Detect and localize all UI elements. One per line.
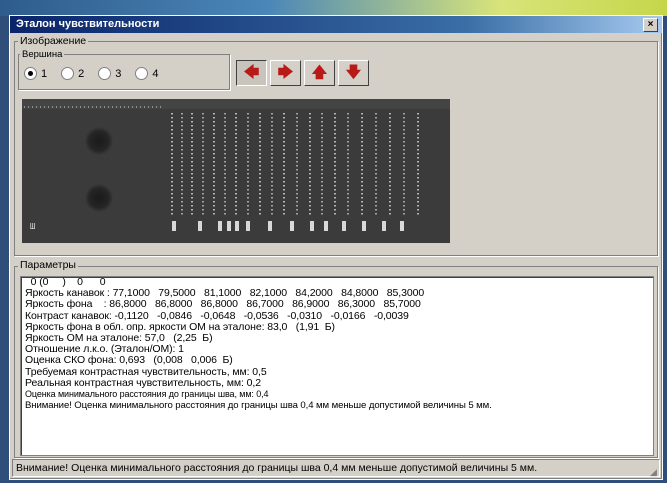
arrow-right-icon: 🡆 xyxy=(277,64,294,81)
vertex-radio-2[interactable]: 2 xyxy=(61,67,84,80)
params-group-label: Параметры xyxy=(18,259,78,271)
window-title: Эталон чувствительности xyxy=(16,18,160,30)
vertex-group-label: Вершина xyxy=(20,49,65,60)
desktop-top-band xyxy=(0,0,667,16)
sensitivity-window: Эталон чувствительности × Изображение Ве… xyxy=(9,15,663,480)
vertex-radio-group: 1 2 3 4 xyxy=(24,67,159,80)
groove-marker xyxy=(400,221,404,231)
radiograph-image: Ш xyxy=(22,99,450,243)
groove-marker xyxy=(246,221,250,231)
groove-marker xyxy=(268,221,272,231)
groove-marker xyxy=(382,221,386,231)
status-bar: Внимание! Оценка минимального расстояния… xyxy=(12,459,660,477)
window-titlebar[interactable]: Эталон чувствительности × xyxy=(10,16,662,33)
param-line: Яркость фона : 86,8000 86,8000 86,8000 8… xyxy=(25,298,421,311)
vertex-radio-3[interactable]: 3 xyxy=(98,67,121,80)
reference-image-view[interactable]: Ш xyxy=(22,99,450,243)
radio-dot[interactable] xyxy=(98,67,112,80)
params-textarea[interactable]: 0 (0 ) 0 0 Яркость канавок : 77,1000 79,… xyxy=(20,276,654,456)
param-line: Оценка СКО фона: 0,693 (0,008 0,006 Б) xyxy=(25,354,233,367)
vertex-radio-4[interactable]: 4 xyxy=(135,67,159,80)
arrow-down-icon: 🡇 xyxy=(345,64,362,81)
arrow-up-icon: 🡅 xyxy=(311,64,328,81)
param-line: Внимание! Оценка минимального расстояния… xyxy=(25,400,492,412)
groove-marker xyxy=(324,221,328,231)
radio-dot[interactable] xyxy=(24,67,37,80)
arrow-left-icon: 🡄 xyxy=(243,64,260,81)
move-up-button[interactable]: 🡅 xyxy=(304,60,335,86)
reference-hole-bottom xyxy=(85,184,113,212)
svg-text:Ш: Ш xyxy=(30,222,35,232)
move-down-button[interactable]: 🡇 xyxy=(338,60,369,86)
groove-marker xyxy=(172,221,176,231)
groove-marker xyxy=(227,221,231,231)
param-line: Реальная контрастная чувствительность, м… xyxy=(25,376,261,389)
image-group-label: Изображение xyxy=(18,35,89,47)
param-line: Оценка минимального расстояния до границ… xyxy=(25,389,269,400)
reference-hole-top xyxy=(85,127,113,155)
groove-marker xyxy=(290,221,294,231)
groove-marker xyxy=(310,221,314,231)
groove-marker xyxy=(198,221,202,231)
resize-grip-icon[interactable]: ◢ xyxy=(650,467,660,477)
radio-dot[interactable] xyxy=(135,67,149,80)
groove-marker xyxy=(218,221,222,231)
move-left-button[interactable]: 🡄 xyxy=(236,60,267,86)
groove-marker xyxy=(342,221,346,231)
vertex-radio-1[interactable]: 1 xyxy=(24,67,47,80)
radio-dot[interactable] xyxy=(61,67,75,80)
groove-marker xyxy=(235,221,239,231)
groove-marker xyxy=(362,221,366,231)
move-right-button[interactable]: 🡆 xyxy=(270,60,301,86)
close-button[interactable]: × xyxy=(643,18,658,32)
